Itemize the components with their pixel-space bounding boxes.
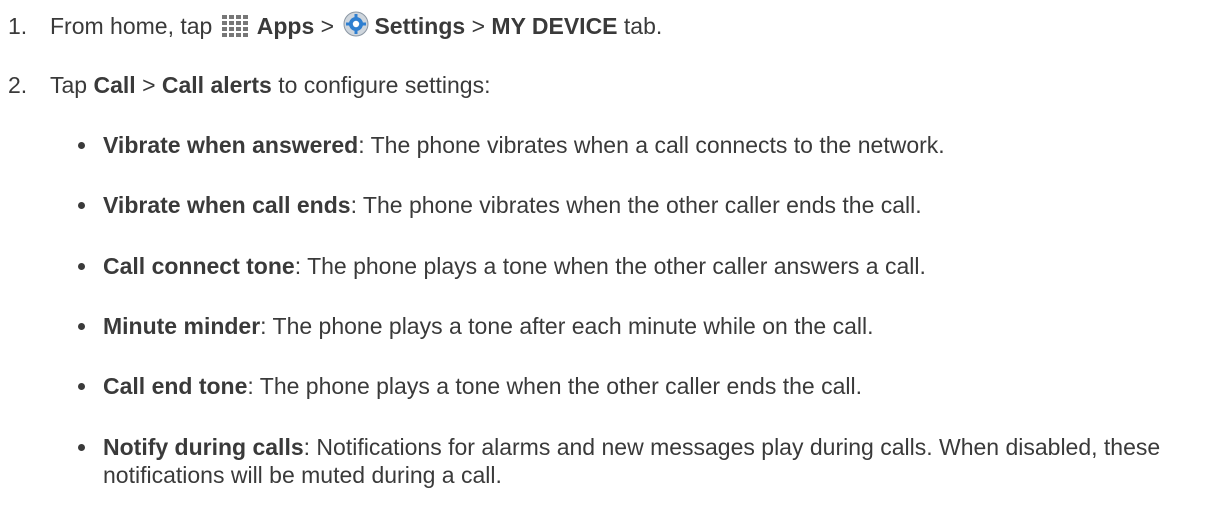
bullet-term: Call end tone xyxy=(103,373,248,399)
settings-gear-icon xyxy=(342,10,370,44)
call-label: Call xyxy=(93,72,136,98)
list-item: Vibrate when answered: The phone vibrate… xyxy=(78,131,1198,159)
apps-label: Apps xyxy=(256,13,315,39)
separator: > xyxy=(142,72,156,98)
step-number: 2. xyxy=(8,72,28,98)
my-device-tab-label: MY DEVICE xyxy=(491,13,618,39)
step-1: 1. From home, tap Apps > Settings > MY DE… xyxy=(8,10,662,44)
bullet-desc: : The phone vibrates when the other call… xyxy=(350,192,922,218)
step-2: 2. Tap Call > Call alerts to configure se… xyxy=(8,71,490,99)
step-text: From home, tap xyxy=(50,13,213,39)
bullet-dot xyxy=(78,444,85,451)
settings-label: Settings xyxy=(374,13,466,39)
list-item: Minute minder: The phone plays a tone af… xyxy=(78,312,1198,340)
bullet-dot xyxy=(78,323,85,330)
list-item: Call end tone: The phone plays a tone wh… xyxy=(78,372,1198,400)
separator: > xyxy=(471,13,486,39)
bullet-dot xyxy=(78,142,85,149)
bullet-dot xyxy=(78,263,85,270)
bullet-desc: : The phone vibrates when a call connect… xyxy=(358,132,945,158)
bullet-term: Call connect tone xyxy=(103,253,295,279)
bullet-dot xyxy=(78,202,85,209)
step-text: tab. xyxy=(623,13,663,39)
step-text: to configure settings: xyxy=(278,72,491,98)
call-alerts-label: Call alerts xyxy=(161,72,272,98)
bullet-term: Notify during calls xyxy=(103,434,304,460)
bullet-term: Minute minder xyxy=(103,313,261,339)
list-item: Call connect tone: The phone plays a ton… xyxy=(78,252,1198,280)
step-number: 1. xyxy=(8,13,28,39)
bullet-desc: : The phone plays a tone after each minu… xyxy=(260,313,874,339)
list-item: Vibrate when call ends: The phone vibrat… xyxy=(78,191,1198,219)
bullet-term: Vibrate when call ends xyxy=(103,192,351,218)
step-text: Tap xyxy=(50,72,88,98)
bullet-dot xyxy=(78,383,85,390)
list-item: Notify during calls: Notifications for a… xyxy=(78,433,1198,489)
separator: > xyxy=(320,13,335,39)
bullet-desc: : The phone plays a tone when the other … xyxy=(247,373,862,399)
bullet-desc: : The phone plays a tone when the other … xyxy=(294,253,926,279)
apps-grid-icon xyxy=(221,14,253,44)
bullet-term: Vibrate when answered xyxy=(103,132,359,158)
